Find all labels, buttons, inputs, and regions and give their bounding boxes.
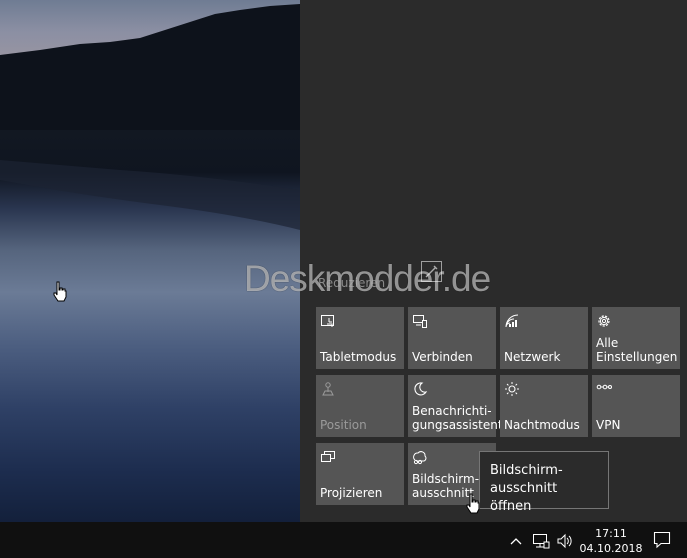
volume-icon[interactable] xyxy=(556,533,574,549)
notification-center-icon[interactable] xyxy=(653,531,671,549)
tile-label: Alle Einstellungen xyxy=(596,336,678,364)
tile-label: Position xyxy=(320,418,367,432)
tile-connect[interactable]: Verbinden xyxy=(408,307,496,369)
snip-icon xyxy=(413,451,427,465)
network-icon xyxy=(505,314,519,328)
tile-label: Netzwerk xyxy=(504,350,561,364)
tablet-mode-icon xyxy=(321,315,334,327)
clock-date: 04.10.2018 xyxy=(579,542,643,555)
tile-label: Projizieren xyxy=(320,486,383,500)
connect-icon xyxy=(413,315,427,328)
tile-label: Benachrichti- gungsassistent xyxy=(412,404,503,432)
tile-focus-assist[interactable]: Benachrichti- gungsassistent xyxy=(408,375,503,437)
project-icon xyxy=(321,451,335,462)
chevron-up-icon[interactable] xyxy=(510,536,522,546)
moon-icon xyxy=(414,382,428,396)
tile-night-light[interactable]: Nachtmodus xyxy=(500,375,588,437)
tile-location[interactable]: Position xyxy=(316,375,404,437)
brightness-icon xyxy=(505,382,519,396)
tile-network[interactable]: Netzwerk xyxy=(500,307,588,369)
gear-icon xyxy=(598,315,610,327)
tile-all-settings[interactable]: Alle Einstellungen xyxy=(592,307,680,369)
tile-project[interactable]: Projizieren xyxy=(316,443,404,505)
tile-label: Tabletmodus xyxy=(320,350,397,364)
tooltip: Bildschirm- ausschnitt öffnen xyxy=(479,451,609,514)
taskbar-clock[interactable]: 17:11 04.10.2018 xyxy=(578,526,644,556)
tile-label: Verbinden xyxy=(412,350,473,364)
watermark-pen-icon xyxy=(421,261,442,282)
network-wired-icon[interactable] xyxy=(532,533,550,549)
location-icon xyxy=(322,382,334,396)
clock-time: 17:11 xyxy=(595,527,627,540)
hand-cursor-icon xyxy=(466,493,480,514)
watermark-text: Deskmodder.de xyxy=(244,258,491,299)
tile-vpn[interactable]: VPN xyxy=(592,375,680,437)
tile-label: VPN xyxy=(596,418,621,432)
tile-tablet-mode[interactable]: Tabletmodus xyxy=(316,307,404,369)
tile-label: Nachtmodus xyxy=(504,418,580,432)
hand-cursor-icon xyxy=(53,281,67,302)
vpn-icon xyxy=(596,384,612,390)
